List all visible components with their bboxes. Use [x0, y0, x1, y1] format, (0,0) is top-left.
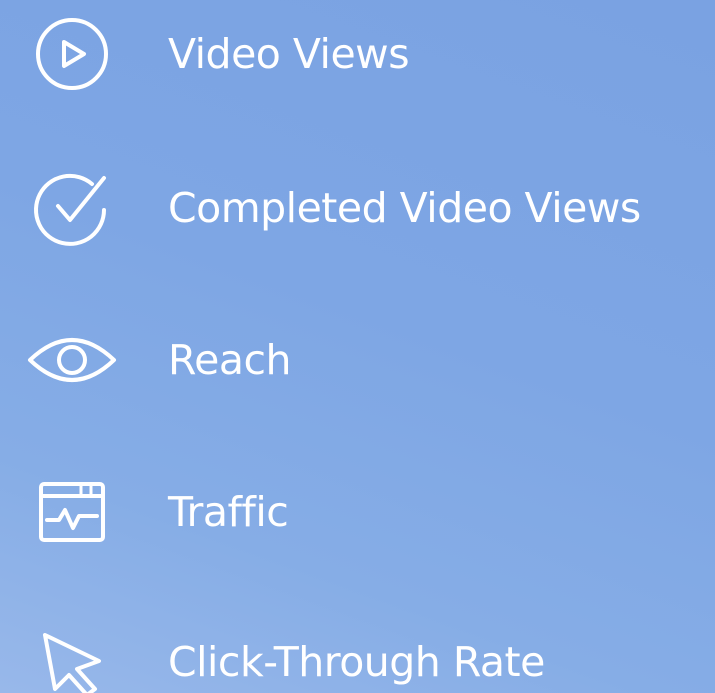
metric-label-click-through-rate: Click-Through Rate [168, 637, 545, 686]
check-circle-icon [22, 168, 122, 248]
cursor-pointer-icon [22, 622, 122, 693]
metric-item-click-through-rate: Click-Through Rate [0, 622, 715, 693]
metric-label-reach: Reach [168, 335, 292, 384]
metric-label-completed-video-views: Completed Video Views [168, 183, 641, 232]
eye-icon [22, 320, 122, 400]
browser-chart-icon [22, 472, 122, 552]
metric-label-traffic: Traffic [168, 487, 289, 536]
metric-label-video-views: Video Views [168, 29, 410, 78]
play-circle-icon [22, 14, 122, 94]
metric-item-completed-video-views: Completed Video Views [0, 168, 715, 248]
metric-item-video-views: Video Views [0, 14, 715, 94]
metric-item-reach: Reach [0, 320, 715, 400]
metric-item-traffic: Traffic [0, 472, 715, 552]
metric-list: Video Views Completed Video Views Reach [0, 0, 715, 693]
